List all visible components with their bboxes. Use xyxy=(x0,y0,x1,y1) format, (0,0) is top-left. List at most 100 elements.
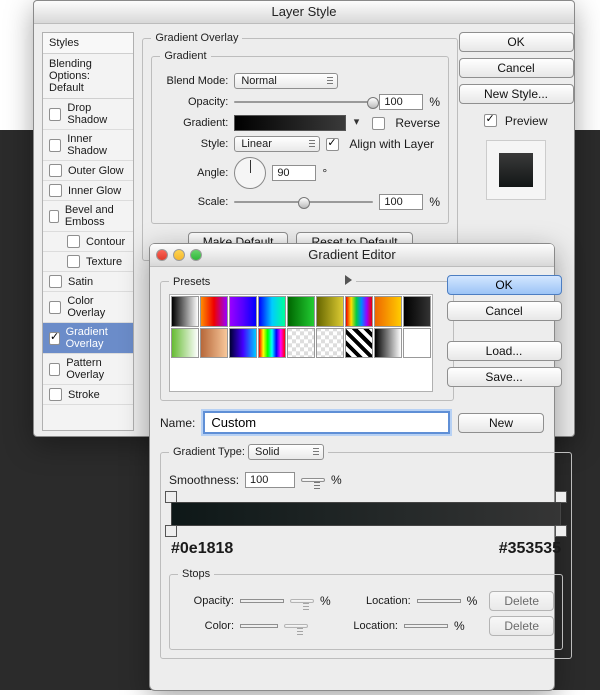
preview-checkbox[interactable] xyxy=(484,114,497,127)
gradient-bar[interactable] xyxy=(234,115,346,131)
align-checkbox[interactable] xyxy=(326,138,339,151)
styles-item-inner-shadow[interactable]: Inner Shadow xyxy=(43,130,133,161)
pct-label: % xyxy=(454,619,465,633)
align-label: Align with Layer xyxy=(349,137,434,151)
angle-field[interactable]: 90 xyxy=(272,165,316,181)
styles-item-texture[interactable]: Texture xyxy=(43,252,133,272)
smoothness-field[interactable]: 100 xyxy=(245,472,295,488)
styles-checkbox[interactable] xyxy=(67,255,80,268)
styles-checkbox[interactable] xyxy=(49,388,62,401)
angle-dial[interactable] xyxy=(234,157,266,189)
styles-item-drop-shadow[interactable]: Drop Shadow xyxy=(43,99,133,130)
color-stop-right[interactable] xyxy=(555,525,567,537)
opacity-slider[interactable] xyxy=(234,96,373,108)
cancel-button[interactable]: Cancel xyxy=(459,58,574,78)
ge-cancel-button[interactable]: Cancel xyxy=(447,301,562,321)
preset-swatch[interactable] xyxy=(345,359,373,390)
styles-checkbox[interactable] xyxy=(49,275,62,288)
preset-swatch[interactable] xyxy=(200,359,228,390)
styles-item-bevel-and-emboss[interactable]: Bevel and Emboss xyxy=(43,201,133,232)
preset-swatch[interactable] xyxy=(345,328,373,359)
stops-opacity-label: Opacity: xyxy=(178,595,234,607)
preset-swatch[interactable] xyxy=(229,296,257,327)
preset-swatch[interactable] xyxy=(200,328,228,359)
presets-fieldset: Presets xyxy=(160,275,454,401)
styles-header[interactable]: Styles xyxy=(43,33,133,54)
styles-checkbox[interactable] xyxy=(49,210,59,223)
styles-checkbox[interactable] xyxy=(49,164,62,177)
styles-checkbox[interactable] xyxy=(49,184,62,197)
styles-item-label: Outer Glow xyxy=(68,165,124,177)
ge-ok-button[interactable]: OK xyxy=(447,275,562,295)
preset-swatch[interactable] xyxy=(316,296,344,327)
blending-options[interactable]: Blending Options: Default xyxy=(43,54,133,99)
ok-button[interactable]: OK xyxy=(459,32,574,52)
styles-checkbox[interactable] xyxy=(67,235,80,248)
gradient-overlay-legend: Gradient Overlay xyxy=(151,32,242,44)
blend-mode-select[interactable]: Normal xyxy=(234,73,338,89)
ge-new-button[interactable]: New xyxy=(458,413,544,433)
styles-checkbox[interactable] xyxy=(49,301,61,314)
style-select[interactable]: Linear xyxy=(234,136,320,152)
smoothness-dropdown[interactable] xyxy=(301,478,325,482)
close-icon[interactable] xyxy=(156,249,168,261)
scale-slider[interactable] xyxy=(234,196,373,208)
preview-label: Preview xyxy=(505,114,548,128)
zoom-icon[interactable] xyxy=(190,249,202,261)
color-stop-left[interactable] xyxy=(165,525,177,537)
preset-swatch[interactable] xyxy=(374,296,402,327)
styles-item-label: Bevel and Emboss xyxy=(65,204,130,228)
styles-item-label: Color Overlay xyxy=(67,295,130,319)
preset-swatch[interactable] xyxy=(316,328,344,359)
new-style-button[interactable]: New Style... xyxy=(459,84,574,104)
blend-mode-label: Blend Mode: xyxy=(160,75,228,87)
preset-swatch[interactable] xyxy=(345,296,373,327)
preset-swatch[interactable] xyxy=(171,296,199,327)
gradient-editor-titlebar[interactable]: Gradient Editor xyxy=(150,244,554,267)
styles-item-outer-glow[interactable]: Outer Glow xyxy=(43,161,133,181)
preset-swatch[interactable] xyxy=(200,296,228,327)
preset-swatch[interactable] xyxy=(229,359,257,390)
opacity-field[interactable]: 100 xyxy=(379,94,423,110)
preset-swatch[interactable] xyxy=(316,359,344,390)
styles-item-gradient-overlay[interactable]: Gradient Overlay xyxy=(43,323,133,354)
gradient-type-select[interactable]: Solid xyxy=(248,444,324,460)
ge-save-button[interactable]: Save... xyxy=(447,367,562,387)
angle-label: Angle: xyxy=(160,167,228,179)
preset-swatch[interactable] xyxy=(403,328,431,359)
preset-swatch[interactable] xyxy=(374,359,402,390)
reverse-checkbox[interactable] xyxy=(372,117,385,130)
styles-item-stroke[interactable]: Stroke xyxy=(43,385,133,405)
styles-checkbox[interactable] xyxy=(49,363,60,376)
preset-swatch[interactable] xyxy=(258,359,286,390)
preset-swatch[interactable] xyxy=(287,296,315,327)
presets-menu-icon[interactable] xyxy=(345,275,352,285)
traffic-lights[interactable] xyxy=(156,249,202,261)
preset-swatch[interactable] xyxy=(403,296,431,327)
styles-checkbox[interactable] xyxy=(49,139,61,152)
preset-swatch[interactable] xyxy=(229,328,257,359)
minimize-icon[interactable] xyxy=(173,249,185,261)
styles-item-inner-glow[interactable]: Inner Glow xyxy=(43,181,133,201)
styles-checkbox[interactable] xyxy=(49,108,61,121)
name-input[interactable] xyxy=(203,411,450,434)
preset-swatch[interactable] xyxy=(171,359,199,390)
scale-field[interactable]: 100 xyxy=(379,194,423,210)
gradient-type-label: Gradient Type: xyxy=(173,446,245,458)
styles-checkbox[interactable] xyxy=(49,332,60,345)
preset-swatch[interactable] xyxy=(171,328,199,359)
layer-style-titlebar[interactable]: Layer Style xyxy=(34,1,574,24)
gradient-strip[interactable] xyxy=(171,502,561,526)
stops-legend: Stops xyxy=(178,568,214,580)
preset-swatch[interactable] xyxy=(258,328,286,359)
styles-item-color-overlay[interactable]: Color Overlay xyxy=(43,292,133,323)
styles-item-satin[interactable]: Satin xyxy=(43,272,133,292)
preset-swatch[interactable] xyxy=(287,328,315,359)
preset-swatch[interactable] xyxy=(287,359,315,390)
preset-swatch[interactable] xyxy=(403,359,431,390)
preset-swatch[interactable] xyxy=(374,328,402,359)
preset-swatch[interactable] xyxy=(258,296,286,327)
ge-load-button[interactable]: Load... xyxy=(447,341,562,361)
styles-item-contour[interactable]: Contour xyxy=(43,232,133,252)
styles-item-pattern-overlay[interactable]: Pattern Overlay xyxy=(43,354,133,385)
